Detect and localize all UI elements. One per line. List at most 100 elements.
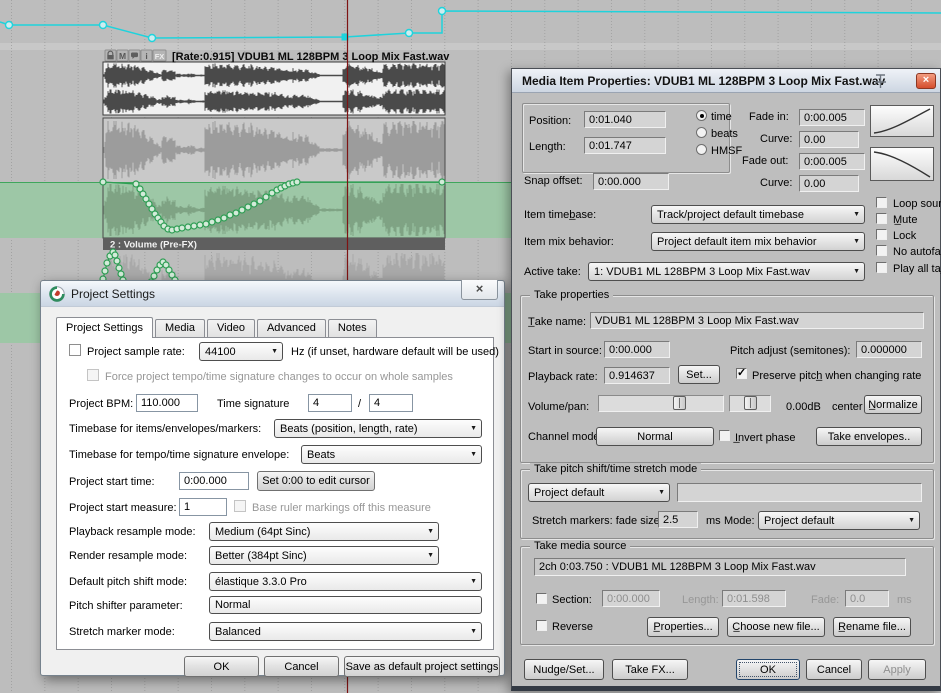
item-fx-button[interactable]: FX	[153, 50, 166, 61]
envelope-point[interactable]	[257, 198, 263, 204]
take-envelopes-button[interactable]: Take envelopes..	[816, 427, 922, 446]
base-ruler-checkbox[interactable]	[234, 500, 246, 512]
volume-slider[interactable]	[598, 395, 724, 412]
snap-offset-field[interactable]: 0:00.000	[593, 173, 669, 190]
envelope-point[interactable]	[100, 22, 107, 29]
volume-slider-handle[interactable]	[673, 396, 686, 410]
lock-checkbox[interactable]	[876, 229, 887, 240]
envelope-point[interactable]	[197, 222, 203, 228]
stretch-fade-field[interactable]: 2.5	[658, 511, 698, 528]
stretch-marker-mode-combo[interactable]: Balanced	[209, 622, 482, 641]
force-whole-samples-checkbox[interactable]	[87, 369, 99, 381]
envelope-point[interactable]	[294, 179, 300, 185]
take-name-field[interactable]: VDUB1 ML 128BPM 3 Loop Mix Fast.wav	[590, 312, 924, 329]
timebase-items-combo[interactable]: Beats (position, length, rate)	[274, 419, 482, 438]
item-info-button[interactable]: i	[141, 50, 152, 61]
envelope-point[interactable]	[439, 8, 446, 15]
start-time-field[interactable]: 0:00.000	[179, 472, 249, 490]
envelope-point[interactable]	[227, 212, 233, 218]
tab-notes[interactable]: Notes	[328, 319, 377, 337]
unit-time-radio[interactable]	[696, 110, 707, 121]
invert-phase-checkbox[interactable]	[719, 430, 730, 441]
sample-rate-checkbox[interactable]	[69, 344, 81, 356]
envelope-point[interactable]	[149, 35, 156, 42]
cancel-button[interactable]: Cancel	[264, 656, 339, 677]
item-lock-button[interactable]	[105, 50, 116, 61]
ok-button[interactable]: OK	[184, 656, 259, 677]
rename-file-button[interactable]: R̲ename file...	[833, 617, 911, 637]
pin-icon[interactable]	[870, 71, 890, 91]
channel-mode-button[interactable]: Normal	[596, 427, 714, 446]
envelope-point[interactable]	[179, 225, 185, 231]
section-checkbox[interactable]	[536, 593, 547, 604]
section-fade-field[interactable]: 0.0	[845, 590, 889, 607]
envelope-point[interactable]	[209, 219, 215, 225]
pan-slider-handle[interactable]	[744, 396, 757, 410]
normalize-button[interactable]: N̲ormalize	[864, 395, 922, 414]
section-start-field[interactable]: 0:00.000	[602, 590, 660, 607]
fade-in-curve-field[interactable]: 0.00	[799, 131, 859, 148]
envelope-point[interactable]	[102, 268, 108, 274]
nudge-set-button[interactable]: Nudge/Set...	[524, 659, 604, 680]
choose-new-file-button[interactable]: C̲hoose new file...	[727, 617, 825, 637]
envelope-point[interactable]	[185, 224, 191, 230]
fade-out-field[interactable]: 0:00.005	[799, 153, 865, 170]
item-mute-button[interactable]: M	[117, 50, 128, 61]
playback-resample-combo[interactable]: Medium (64pt Sinc)	[209, 522, 439, 541]
tab-advanced[interactable]: Advanced	[257, 319, 326, 337]
fade-in-field[interactable]: 0:00.005	[799, 109, 865, 126]
pitch-adjust-field[interactable]: 0.000000	[856, 341, 922, 358]
media-item-titlebar[interactable]: Media Item Properties: VDUB1 ML 128BPM 3…	[512, 69, 940, 93]
set-zero-cursor-button[interactable]: Set 0:00 to edit cursor	[257, 471, 375, 491]
item-notes-button[interactable]	[129, 50, 140, 61]
fade-in-curve-button[interactable]	[870, 105, 934, 137]
envelope-point[interactable]	[118, 271, 124, 277]
timebase-tempo-combo[interactable]: Beats	[301, 445, 482, 464]
source-file-field[interactable]: 2ch 0:03.750 : VDUB1 ML 128BPM 3 Loop Mi…	[534, 558, 906, 576]
pitch-mode-combo[interactable]: Project default	[528, 483, 670, 502]
take-fx-button[interactable]: Take FX...	[612, 659, 688, 680]
envelope-point[interactable]	[104, 260, 110, 266]
close-button[interactable]: ×	[916, 73, 936, 89]
pan-slider[interactable]	[729, 395, 771, 412]
start-measure-field[interactable]: 1	[179, 498, 227, 516]
envelope-point[interactable]	[203, 221, 209, 227]
envelope-point[interactable]	[233, 210, 239, 216]
unit-beats-radio[interactable]	[696, 127, 707, 138]
envelope-point[interactable]	[112, 252, 118, 258]
time-signature-denominator[interactable]: 4	[369, 394, 413, 412]
envelope-point[interactable]	[6, 22, 13, 29]
bpm-field[interactable]: 110.000	[136, 394, 198, 412]
envelope-point[interactable]	[100, 179, 106, 185]
playback-rate-field[interactable]: 0.914637	[604, 367, 670, 384]
loop-source-checkbox[interactable]	[876, 197, 887, 208]
envelope-point[interactable]	[151, 273, 157, 279]
start-in-source-field[interactable]: 0:00.000	[604, 341, 670, 358]
envelope-point[interactable]	[245, 204, 251, 210]
envelope-point[interactable]	[251, 201, 257, 207]
tab-video[interactable]: Video	[207, 319, 255, 337]
envelope-point[interactable]	[191, 223, 197, 229]
source-properties-button[interactable]: P̲roperties...	[647, 617, 719, 637]
unit-hmsf-radio[interactable]	[696, 144, 707, 155]
envelope-point[interactable]	[263, 194, 269, 200]
section-length-field[interactable]: 0:01.598	[722, 590, 786, 607]
cancel-button[interactable]: Cancel	[806, 659, 862, 680]
preserve-pitch-checkbox[interactable]	[736, 368, 747, 379]
set-rate-button[interactable]: Set...	[678, 365, 720, 384]
no-autofades-checkbox[interactable]	[876, 245, 887, 256]
play-all-takes-checkbox[interactable]	[876, 262, 887, 273]
ok-button[interactable]: OK	[736, 659, 800, 680]
mute-checkbox[interactable]	[876, 213, 887, 224]
active-take-combo[interactable]: 1: VDUB1 ML 128BPM 3 Loop Mix Fast.wav	[588, 262, 865, 281]
apply-button[interactable]: Apply	[868, 659, 926, 680]
envelope-point[interactable]	[439, 179, 445, 185]
tab-media[interactable]: Media	[155, 319, 205, 337]
pitch-submode-field[interactable]	[677, 483, 922, 502]
pitch-shifter-param-field[interactable]: Normal	[209, 596, 482, 614]
project-settings-titlebar[interactable]: Project Settings ×	[41, 281, 504, 307]
item-mix-combo[interactable]: Project default item mix behavior	[651, 232, 865, 251]
close-button[interactable]: ×	[461, 280, 498, 300]
render-resample-combo[interactable]: Better (384pt Sinc)	[209, 546, 439, 565]
length-field[interactable]: 0:01.747	[584, 137, 666, 154]
